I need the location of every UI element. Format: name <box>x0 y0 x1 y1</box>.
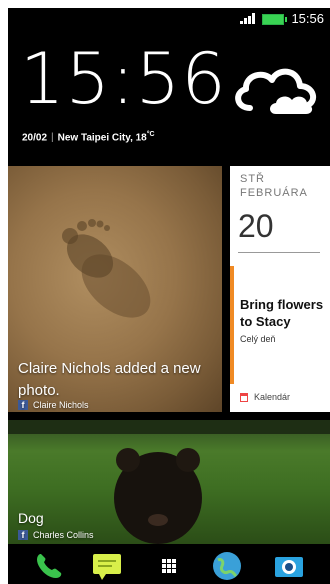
calendar-event-time: Celý deň <box>240 334 276 344</box>
feed-tile-photo[interactable]: Claire Nichols added a new photo. f Clai… <box>8 166 222 412</box>
messages-icon[interactable] <box>90 550 124 582</box>
phone-screen: 15:56 15:56 20/02 | New Taipei City, 18°C … <box>8 8 330 584</box>
status-time: 15:56 <box>291 11 324 26</box>
calendar-date-text: STŘ FEBRUÁRA <box>240 172 308 200</box>
calendar-tile[interactable]: STŘ FEBRUÁRA 20 Bring flowers to Stacy C… <box>230 166 330 412</box>
camera-icon[interactable] <box>272 550 306 582</box>
signal-icon <box>240 13 256 24</box>
feed-post-author: f Charles Collins <box>18 530 94 540</box>
clock[interactable]: 15:56 <box>20 44 227 114</box>
calendar-month: FEBRUÁRA <box>240 187 308 199</box>
status-bar: 15:56 <box>8 8 330 28</box>
event-accent <box>230 266 234 384</box>
calendar-event-title: Bring flowers to Stacy <box>240 297 324 329</box>
author-name: Claire Nichols <box>33 400 89 410</box>
feed-post-title: Dog <box>18 510 44 526</box>
calendar-app-label: Kalendár <box>240 392 290 402</box>
facebook-icon: f <box>18 530 28 540</box>
feed-post-author: f Claire Nichols <box>18 400 89 410</box>
date: 20/02 <box>22 132 48 144</box>
feed-post-title: Claire Nichols added a new photo. <box>18 360 201 399</box>
author-name: Charles Collins <box>33 530 94 540</box>
dock <box>8 548 330 584</box>
facebook-icon: f <box>18 400 28 410</box>
battery-icon <box>262 14 287 25</box>
temp-unit: °C <box>146 131 155 138</box>
cloudy-weather-icon[interactable] <box>230 58 322 118</box>
date-location: 20/02 | New Taipei City, 18°C <box>22 131 155 144</box>
calendar-app-name: Kalendár <box>254 392 291 402</box>
calendar-icon <box>240 392 248 402</box>
app-drawer-icon[interactable] <box>152 550 186 582</box>
browser-icon[interactable] <box>210 550 244 582</box>
calendar-weekday: STŘ <box>240 173 265 185</box>
calendar-day: 20 <box>238 208 274 244</box>
location: New Taipei City, 18 <box>57 132 147 144</box>
dog-photo <box>8 420 330 544</box>
feed-tile-dog[interactable]: Dog f Charles Collins <box>8 420 330 544</box>
divider <box>238 252 320 253</box>
phone-icon[interactable] <box>32 550 66 582</box>
